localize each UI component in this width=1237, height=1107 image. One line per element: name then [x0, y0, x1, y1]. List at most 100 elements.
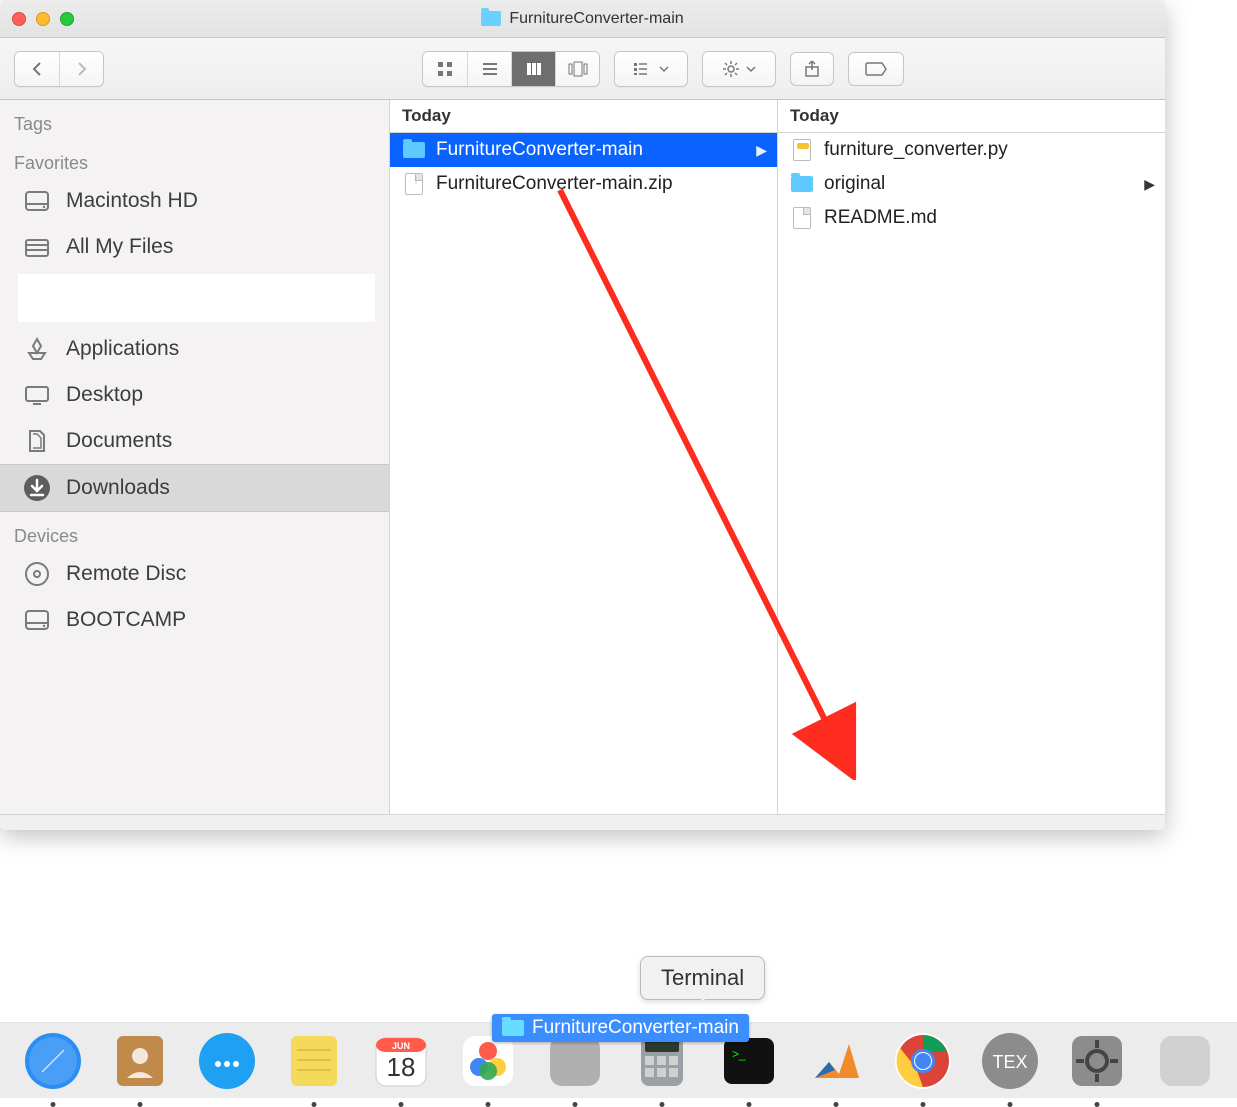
running-indicator [573, 1102, 578, 1107]
column-header: Today [390, 100, 777, 133]
dock-app-chrome[interactable] [891, 1027, 956, 1095]
dock-app-safari[interactable] [20, 1027, 85, 1095]
sidebar-item-downloads[interactable]: Downloads [0, 464, 389, 512]
sidebar-item-bootcamp[interactable]: BOOTCAMP [0, 597, 389, 643]
dock-app-calendar[interactable]: JUN18 [368, 1027, 433, 1095]
chevron-down-icon [659, 65, 669, 73]
sidebar-item-all-my-files[interactable]: All My Files [0, 224, 389, 270]
close-window-button[interactable] [12, 12, 26, 26]
columns-icon [525, 60, 543, 78]
running-indicator [747, 1102, 752, 1107]
svg-text:18: 18 [386, 1052, 415, 1082]
column-body[interactable]: furniture_converter.py original ▶ README.md [778, 133, 1165, 814]
status-bar [0, 814, 1165, 830]
column-body[interactable]: FurnitureConverter-main ▶ ⋮ FurnitureConver… [390, 133, 777, 814]
dock-tooltip: Terminal [640, 956, 765, 1000]
action-button[interactable] [703, 52, 775, 86]
svg-text:JUN: JUN [392, 1041, 410, 1051]
sidebar-section-header: Favorites [0, 139, 389, 178]
dock-app-texshop[interactable]: TEX [978, 1027, 1043, 1095]
sidebar-item-label: Desktop [66, 383, 143, 407]
window-title: FurnitureConverter-main [0, 10, 1165, 28]
dock-app-system-preferences[interactable] [1065, 1027, 1130, 1095]
chevron-right-icon [75, 61, 89, 77]
tags-button[interactable] [848, 52, 904, 86]
sidebar-item-applications[interactable]: Applications [0, 326, 389, 372]
file-row[interactable]: ⋮ FurnitureConverter-main.zip [390, 167, 777, 201]
file-row[interactable]: README.md [778, 201, 1165, 235]
dock-app-contacts[interactable] [107, 1027, 172, 1095]
icon-view-button[interactable] [423, 52, 467, 86]
file-name: FurnitureConverter-main [436, 139, 643, 161]
file-name: README.md [824, 207, 937, 229]
nav-buttons [14, 51, 104, 87]
file-row[interactable]: furniture_converter.py [778, 133, 1165, 167]
sidebar-item-label: All My Files [66, 235, 173, 259]
column-header: Today [778, 100, 1165, 133]
sidebar-item-documents[interactable]: Documents [0, 418, 389, 464]
running-indicator [834, 1102, 839, 1107]
disc-icon [22, 559, 52, 589]
list-icon [481, 60, 499, 78]
svg-text:>_: >_ [732, 1047, 746, 1061]
titlebar[interactable]: FurnitureConverter-main [0, 0, 1165, 38]
file-name: original [824, 173, 885, 195]
dock-app-disk-utility[interactable] [1152, 1027, 1217, 1095]
running-indicator [1095, 1102, 1100, 1107]
minimize-window-button[interactable] [36, 12, 50, 26]
sidebar-section-header: Tags [0, 100, 389, 139]
chevron-down-icon [746, 65, 756, 73]
downloads-icon [22, 473, 52, 503]
sidebar-item-label: Documents [66, 429, 172, 453]
sidebar-item-label: Downloads [66, 476, 170, 500]
running-indicator [1008, 1102, 1013, 1107]
running-indicator [398, 1102, 403, 1107]
file-row[interactable]: original ▶ [778, 167, 1165, 201]
share-icon [804, 60, 820, 78]
documents-icon [22, 426, 52, 456]
tag-icon [864, 61, 888, 77]
zip-icon: ⋮ [402, 172, 426, 196]
gallery-view-button[interactable] [555, 52, 599, 86]
chevron-right-icon: ▶ [756, 142, 767, 159]
running-indicator [137, 1102, 142, 1107]
sidebar-item-desktop[interactable]: Desktop [0, 372, 389, 418]
chevron-right-icon: ▶ [1144, 176, 1155, 193]
gear-icon [722, 60, 740, 78]
running-indicator [660, 1102, 665, 1107]
dock-app-notes[interactable] [281, 1027, 346, 1095]
desktop-icon [22, 380, 52, 410]
hdd-icon [22, 605, 52, 635]
sidebar-item-label: Applications [66, 337, 179, 361]
svg-text:TEX: TEX [993, 1052, 1028, 1072]
sidebar[interactable]: TagsFavorites Macintosh HD All My Files App… [0, 100, 390, 814]
sidebar-item-label: Macintosh HD [66, 189, 198, 213]
column-view-button[interactable] [511, 52, 555, 86]
dragged-item[interactable]: FurnitureConverter-main [492, 1014, 749, 1042]
sidebar-item-remote-disc[interactable]: Remote Disc [0, 551, 389, 597]
file-name: FurnitureConverter-main.zip [436, 173, 673, 195]
column-1: Today FurnitureConverter-main▶⋮Furniture… [390, 100, 778, 814]
arrange-button[interactable] [615, 52, 687, 86]
py-icon [790, 138, 814, 162]
folder-icon [502, 1020, 524, 1036]
dock-app-messages[interactable] [194, 1027, 259, 1095]
zoom-window-button[interactable] [60, 12, 74, 26]
window-controls [12, 12, 74, 26]
action-button-group [702, 51, 776, 87]
folder-icon [402, 138, 426, 162]
sidebar-item-macintosh-hd[interactable]: Macintosh HD [0, 178, 389, 224]
running-indicator [311, 1102, 316, 1107]
grid-icon [436, 60, 454, 78]
arrange-button-group [614, 51, 688, 87]
arrange-icon [633, 62, 653, 76]
column-2: Today furniture_converter.py original ▶ REA… [778, 100, 1165, 814]
dock-area: Terminal JUN18 >_ TEX [0, 918, 1237, 1098]
chevron-left-icon [30, 61, 44, 77]
file-row[interactable]: FurnitureConverter-main ▶ [390, 133, 777, 167]
dock-app-matlab[interactable] [804, 1027, 869, 1095]
back-button[interactable] [15, 52, 59, 86]
share-button[interactable] [790, 52, 834, 86]
forward-button[interactable] [59, 52, 103, 86]
list-view-button[interactable] [467, 52, 511, 86]
